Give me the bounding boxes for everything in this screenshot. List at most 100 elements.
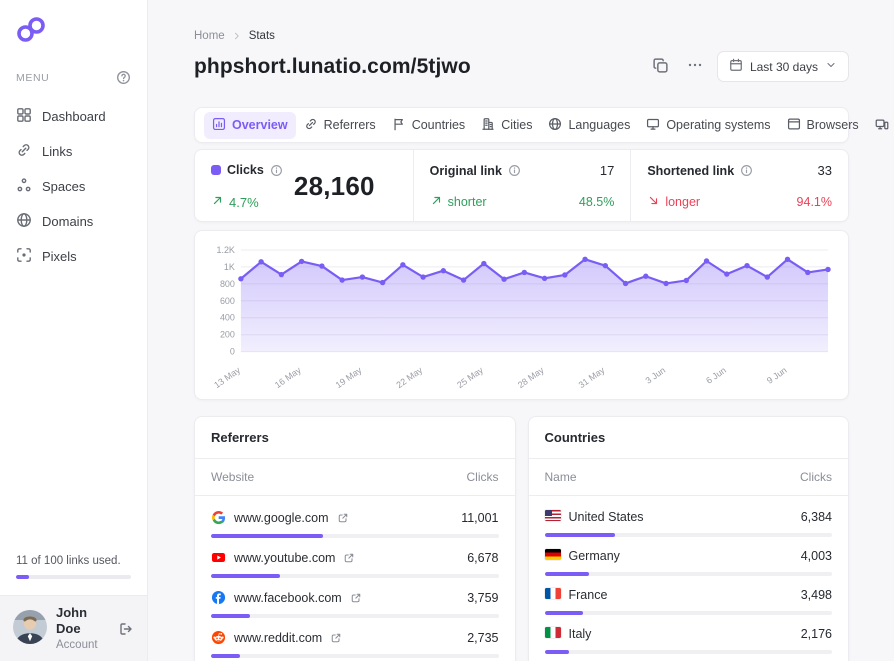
sidebar-item-pixels[interactable]: Pixels	[8, 239, 139, 274]
sidebar-item-links[interactable]: Links	[8, 134, 139, 169]
pixels-icon	[16, 247, 32, 266]
flag-us-icon	[544, 510, 561, 524]
tab-languages[interactable]: Languages	[540, 112, 638, 139]
date-range-button[interactable]: Last 30 days	[716, 51, 849, 82]
tab-overview[interactable]: Overview	[204, 111, 296, 139]
svg-text:22 May: 22 May	[394, 365, 424, 390]
account-section[interactable]: John Doe Account	[0, 595, 147, 661]
shortened-link-label: Shortened link	[647, 163, 735, 178]
table-row: Germany 4,003	[544, 537, 832, 576]
column-header-name: Name	[544, 470, 577, 484]
window-icon	[787, 117, 801, 134]
svg-text:1.2K: 1.2K	[216, 245, 234, 255]
stats-tabs: Overview Referrers Countries Cities Language…	[194, 107, 889, 143]
globe-icon	[548, 117, 562, 134]
row-label: www.youtube.com	[234, 550, 336, 565]
svg-text:16 May: 16 May	[273, 365, 303, 390]
svg-text:31 May: 31 May	[577, 365, 607, 390]
column-header-clicks: Clicks	[800, 470, 832, 484]
svg-text:0: 0	[230, 347, 235, 357]
row-value: 6,678	[467, 550, 499, 565]
row-label: www.reddit.com	[234, 630, 323, 645]
svg-text:1K: 1K	[224, 262, 235, 272]
link-icon	[304, 117, 318, 134]
shortened-link-stat: Shortened link 33 longer 94.1%	[630, 150, 848, 221]
clicks-label: Clicks	[227, 163, 264, 177]
external-link-icon[interactable]	[343, 552, 355, 564]
table-row: www.reddit.com 2,735	[211, 618, 499, 658]
flag-fr-icon	[544, 588, 561, 602]
table-row: www.facebook.com 3,759	[211, 578, 499, 618]
tab-browsers[interactable]: Browsers	[779, 112, 867, 139]
svg-text:9 Jun: 9 Jun	[765, 365, 789, 386]
flag-icon	[392, 117, 406, 134]
arrow-up-right-icon	[430, 194, 443, 210]
avatar	[13, 610, 47, 647]
tab-operating-systems[interactable]: Operating systems	[638, 112, 778, 139]
tab-devices[interactable]: Devices	[867, 112, 894, 139]
shortened-link-trend: longer	[665, 195, 701, 209]
external-link-icon[interactable]	[350, 592, 362, 604]
table-row: www.google.com 11,001	[211, 498, 499, 538]
row-label: Germany	[568, 549, 620, 563]
table-row: Italy 2,176	[544, 615, 832, 654]
svg-text:25 May: 25 May	[455, 365, 485, 390]
row-label: www.google.com	[234, 510, 329, 525]
clicks-chart-card: 0 200 400 600 800 1K 1.2K 13 May 16 May 19 May 22 …	[194, 230, 849, 400]
row-label: United States	[568, 510, 644, 524]
table-row: Great Britain1,705	[545, 654, 833, 661]
svg-text:13 May: 13 May	[212, 365, 242, 390]
row-value: 4,003	[800, 549, 832, 563]
tab-countries[interactable]: Countries	[384, 112, 474, 139]
info-icon[interactable]	[508, 164, 521, 177]
arrow-down-right-icon	[647, 194, 660, 210]
user-name: John Doe	[56, 605, 88, 637]
column-header-clicks: Clicks	[466, 470, 499, 484]
svg-text:600: 600	[220, 296, 235, 306]
logout-icon[interactable]	[118, 621, 134, 637]
arrow-up-right-icon	[211, 194, 224, 210]
copy-link-button[interactable]	[648, 53, 673, 81]
building-icon	[481, 117, 495, 134]
chevron-right-icon	[232, 31, 242, 41]
tab-referrers[interactable]: Referrers	[296, 112, 384, 139]
column-header-name: Website	[211, 470, 255, 484]
youtube-icon	[211, 550, 226, 565]
svg-text:200: 200	[220, 330, 235, 340]
app-logo[interactable]	[0, 0, 147, 56]
info-icon[interactable]	[270, 164, 283, 177]
summary-stats: Clicks 4.7% 28,160 Original link 17 shor…	[194, 149, 849, 222]
info-icon[interactable]	[740, 164, 753, 177]
more-options-button[interactable]	[683, 53, 707, 80]
row-value: 2,735	[467, 630, 499, 645]
row-value: 3,759	[467, 590, 499, 605]
external-link-icon[interactable]	[337, 512, 349, 524]
tab-cities[interactable]: Cities	[473, 112, 540, 139]
row-value: 6,384	[800, 510, 832, 524]
links-usage-text: 11 of 100 links used.	[16, 555, 121, 568]
help-icon[interactable]	[116, 70, 131, 85]
clicks-stat: Clicks 4.7% 28,160	[195, 150, 413, 221]
chain-logo-icon	[17, 17, 45, 42]
sidebar-item-spaces[interactable]: Spaces	[8, 169, 139, 204]
table-row: United States 6,384	[544, 498, 832, 537]
sidebar-item-dashboard[interactable]: Dashboard	[8, 99, 139, 134]
svg-text:400: 400	[220, 313, 235, 323]
links-usage-meter	[16, 575, 131, 580]
chart-icon	[212, 117, 226, 134]
facebook-icon	[211, 590, 226, 605]
svg-text:19 May: 19 May	[334, 365, 364, 390]
links-icon	[16, 142, 32, 161]
row-label: Italy	[568, 627, 592, 641]
row-value: 3,498	[800, 588, 832, 602]
card-title: Referrers	[195, 417, 515, 459]
breadcrumb-current: Stats	[248, 30, 275, 42]
domains-icon	[16, 212, 32, 231]
clicks-change: 4.7%	[229, 194, 259, 210]
flag-it-icon	[544, 627, 561, 641]
shortened-link-percent: 94.1%	[796, 195, 832, 209]
main-area: Home Stats phpshort.lunatio.com/5tjwo La…	[148, 0, 894, 661]
external-link-icon[interactable]	[330, 632, 342, 644]
sidebar-item-domains[interactable]: Domains	[8, 204, 139, 239]
breadcrumb-home[interactable]: Home	[194, 30, 225, 42]
